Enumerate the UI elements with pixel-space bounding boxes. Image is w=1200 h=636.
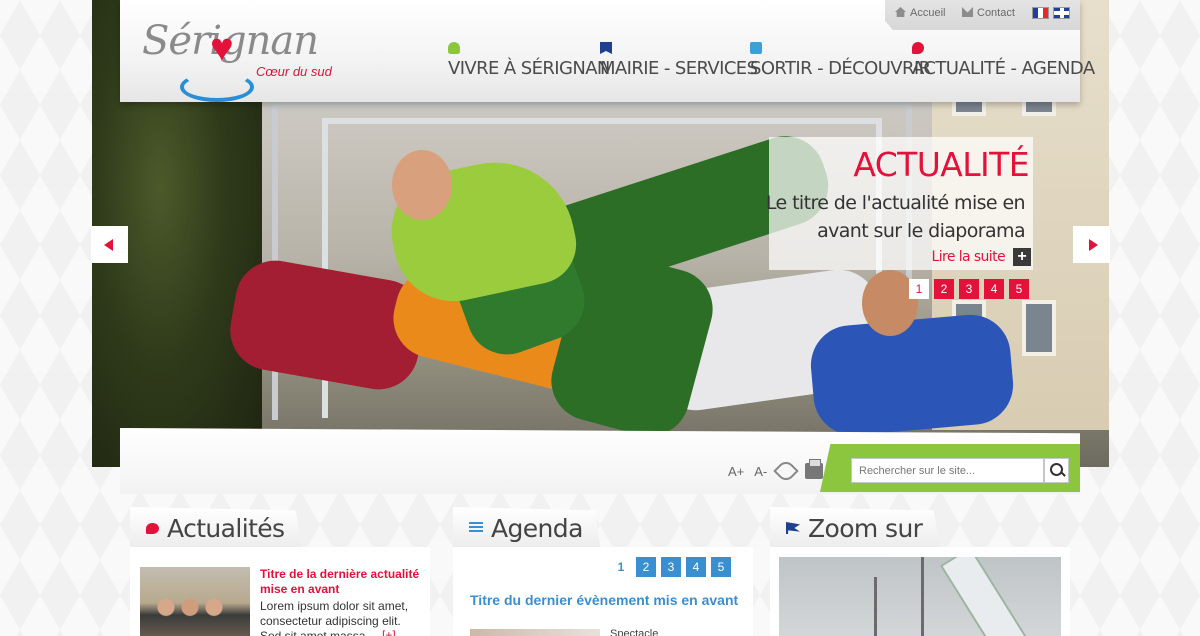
search-input[interactable] bbox=[851, 458, 1044, 483]
agenda-tab[interactable]: Agenda bbox=[453, 507, 601, 549]
news-tab[interactable]: Actualités bbox=[130, 507, 303, 549]
news-column: Actualités Titre de la dernière actualit… bbox=[130, 507, 430, 636]
home-link[interactable]: Accueil bbox=[895, 7, 945, 19]
pdf-icon[interactable] bbox=[773, 458, 799, 484]
nav-label: VIVRE À SÉRIGNAN bbox=[448, 58, 610, 79]
bookmark-icon bbox=[600, 42, 612, 54]
font-decrease-button[interactable]: A- bbox=[754, 464, 767, 479]
home-icon bbox=[895, 7, 906, 17]
news-thumbnail[interactable] bbox=[140, 567, 250, 636]
zoom-heading: Zoom sur bbox=[808, 513, 923, 543]
agenda-event-type: Spectacle bbox=[610, 628, 659, 636]
agenda-page-4[interactable]: 4 bbox=[686, 557, 706, 577]
arrow-right-icon bbox=[1089, 239, 1098, 251]
read-more-link[interactable]: Lire la suite bbox=[932, 249, 1006, 265]
agenda-column: Agenda 1 2 3 4 5 Titre du dernier évènem… bbox=[453, 507, 753, 636]
logo-tagline: Cœur du sud bbox=[256, 64, 332, 79]
next-slide-button[interactable] bbox=[1073, 226, 1110, 263]
slide-page-1[interactable]: 1 bbox=[909, 279, 929, 299]
slide-page-4[interactable]: 4 bbox=[984, 279, 1004, 299]
heart-icon: ♥ bbox=[210, 26, 234, 70]
font-increase-button[interactable]: A+ bbox=[728, 464, 744, 479]
person-icon bbox=[448, 42, 460, 54]
print-icon[interactable] bbox=[805, 459, 824, 479]
slide-page-2[interactable]: 2 bbox=[934, 279, 954, 299]
arrow-left-icon bbox=[104, 239, 113, 251]
news-title[interactable]: Titre de la dernière actualité mise en a… bbox=[260, 567, 428, 597]
camera-icon bbox=[750, 42, 762, 54]
zoom-column: Zoom sur bbox=[770, 507, 1070, 636]
mail-icon bbox=[962, 7, 973, 17]
agenda-page-5[interactable]: 5 bbox=[711, 557, 731, 577]
previous-slide-button[interactable] bbox=[91, 226, 128, 263]
speech-bubble-icon bbox=[912, 42, 924, 54]
flag-icon bbox=[786, 522, 800, 534]
slide-pagination: 1 2 3 4 5 bbox=[909, 279, 1029, 299]
nav-label: SORTIR - DÉCOUVRIR bbox=[750, 58, 931, 79]
agenda-page-1[interactable]: 1 bbox=[611, 557, 631, 577]
list-icon bbox=[469, 522, 483, 534]
news-more-link[interactable]: [+] bbox=[382, 628, 396, 636]
nav-label: MAIRIE - SERVICES bbox=[600, 58, 758, 79]
news-body: Titre de la dernière actualité mise en a… bbox=[130, 547, 430, 636]
site-logo[interactable]: Sérignan ♥ Cœur du sud bbox=[138, 18, 368, 108]
utility-bar: Accueil Contact bbox=[885, 0, 1080, 30]
zoom-body bbox=[770, 547, 1070, 636]
zoom-tab[interactable]: Zoom sur bbox=[770, 507, 941, 549]
slide-page-3[interactable]: 3 bbox=[959, 279, 979, 299]
contact-link[interactable]: Contact bbox=[962, 7, 1015, 19]
french-flag-icon[interactable] bbox=[1032, 7, 1049, 19]
agenda-event-title[interactable]: Titre du dernier évènement mis en avant bbox=[470, 592, 738, 608]
wave-icon bbox=[180, 72, 254, 102]
slide-category: ACTUALITÉ bbox=[853, 145, 1029, 184]
news-excerpt: Lorem ipsum dolor sit amet, consectetur … bbox=[260, 599, 409, 636]
english-flag-icon[interactable] bbox=[1053, 7, 1070, 19]
agenda-thumbnail[interactable] bbox=[470, 629, 600, 636]
agenda-page-3[interactable]: 3 bbox=[661, 557, 681, 577]
agenda-body: 1 2 3 4 5 Titre du dernier évènement mis… bbox=[453, 547, 753, 636]
news-heading: Actualités bbox=[167, 513, 285, 543]
slide-title[interactable]: Le titre de l'actualité mise en avant su… bbox=[765, 189, 1026, 245]
slide-caption: ACTUALITÉ Le titre de l'actualité mise e… bbox=[766, 137, 1033, 270]
agenda-pagination: 1 2 3 4 5 bbox=[611, 557, 731, 577]
plus-icon[interactable]: + bbox=[1013, 248, 1031, 266]
search-icon[interactable] bbox=[1044, 458, 1069, 483]
zoom-image[interactable] bbox=[779, 557, 1061, 636]
speech-bubble-icon bbox=[146, 522, 159, 534]
agenda-page-2[interactable]: 2 bbox=[636, 557, 656, 577]
agenda-heading: Agenda bbox=[491, 513, 583, 543]
slide-page-5[interactable]: 5 bbox=[1009, 279, 1029, 299]
page-tools: A+ A- bbox=[728, 458, 824, 484]
nav-label: ACTUALITÉ - AGENDA bbox=[912, 58, 1095, 79]
